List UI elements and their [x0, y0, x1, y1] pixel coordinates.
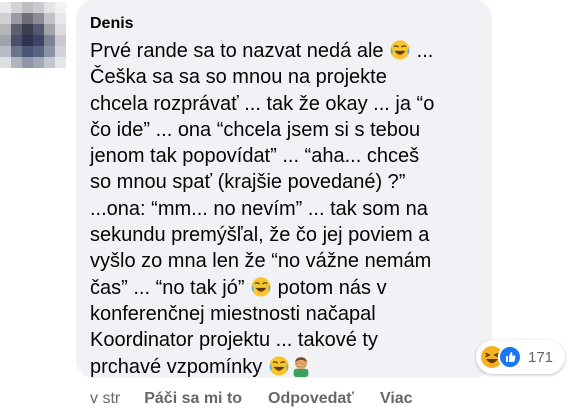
comment-bubble: Denis Prvé rande sa to nazvat nedá ale .… — [76, 0, 492, 378]
comment-line: Prvé rande sa to nazvat nedá ale ... — [90, 38, 478, 64]
comment-line-text: prchavé vzpomínky — [90, 355, 268, 378]
comment-line-text: Prvé rande sa to nazvat nedá ale — [90, 40, 390, 62]
comment-line: Češka sa sa so mnou na projekte — [90, 64, 478, 90]
comment-text: Prvé rande sa to nazvat nedá ale ... Češk… — [90, 38, 478, 380]
comment-line: konferenčnej miestnosti načapal — [90, 301, 478, 327]
comment-actions: v str Páči sa mi to Odpovedať Viac — [90, 390, 439, 408]
comment-timestamp[interactable]: v str — [90, 390, 120, 408]
comment-author[interactable]: Denis — [90, 14, 478, 34]
comment-line: chcela rozprávať ... tak že okay ... ja … — [90, 91, 478, 117]
comment-line-text: čo ide” ... ona “chcela jsem si s tebou — [90, 118, 421, 141]
comment-line: sekundu premýšľal, že čo jej poviem a — [90, 222, 478, 248]
comment-line-text: ...ona: “mm... no nevím” ... tak som na — [90, 197, 428, 220]
comment-line: prchavé vzpomínky — [90, 354, 478, 380]
comment-line: čas” ... “no tak jó” potom nás v — [90, 275, 478, 301]
comment-line: jenom tak popovídat” ... “aha... chceš — [90, 143, 478, 169]
avatar[interactable] — [0, 2, 66, 68]
comment-line-text: jenom tak popovídat” ... “aha... chceš — [90, 145, 420, 168]
man-facepalming-emoji-icon — [290, 355, 312, 377]
comment-line: čo ide” ... ona “chcela jsem si s tebou — [90, 117, 478, 143]
comment-line-text: vyšlo zo mna len že “no vážne nemám — [90, 250, 432, 273]
reply-button[interactable]: Odpovedať — [268, 390, 354, 408]
more-button[interactable]: Viac — [380, 390, 413, 408]
comment-line-text: konferenčnej miestnosti načapal — [90, 302, 376, 325]
comment-line-text: čas” ... “no tak jó” — [90, 276, 251, 299]
comment-line: Koordinator projektu ... takové ty — [90, 327, 478, 353]
comment-line-continuation: ... — [411, 40, 434, 62]
comment-line-continuation: potom nás v — [272, 276, 387, 299]
reactions-summary[interactable]: 171 — [476, 340, 566, 374]
comment-line: vyšlo zo mna len že “no vážne nemám — [90, 248, 478, 274]
like-button[interactable]: Páči sa mi to — [144, 390, 242, 408]
comment-line-text: Koordinator projektu ... takové ty — [90, 329, 378, 352]
laughing-crying-emoji-icon — [389, 39, 411, 61]
like-reaction-icon — [498, 345, 522, 369]
comment-line-text: chcela rozprávať ... tak že okay ... ja … — [90, 92, 435, 115]
comment-line: so mnou spať (krajšie povedané) ?” — [90, 169, 478, 195]
comment-line-text: Češka sa sa so mnou na projekte — [90, 66, 387, 89]
reaction-count: 171 — [528, 348, 554, 366]
laughing-crying-emoji-icon — [250, 276, 272, 298]
laughing-crying-emoji-icon — [268, 355, 290, 377]
comment-line: ...ona: “mm... no nevím” ... tak som na — [90, 196, 478, 222]
comment-line-text: so mnou spať (krajšie povedané) ?” — [90, 171, 406, 194]
comment-line-text: sekundu premýšľal, že čo jej poviem a — [90, 224, 430, 247]
